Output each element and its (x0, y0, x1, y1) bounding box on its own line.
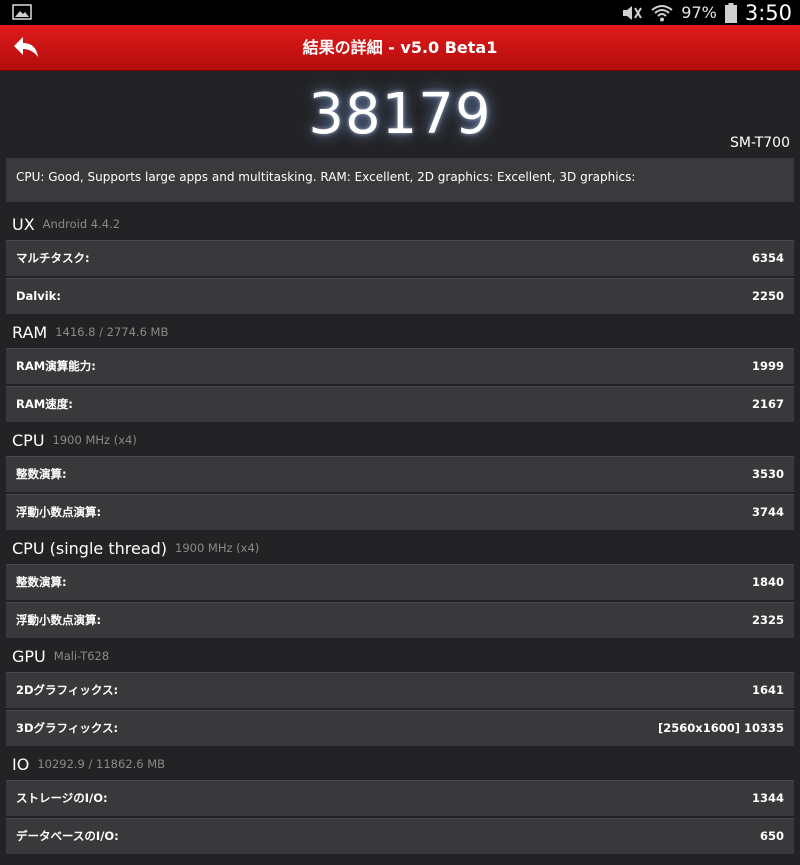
result-row-cpu-integer: 整数演算: 3530 (6, 456, 794, 492)
result-row-storage-io: ストレージのI/O: 1344 (6, 780, 794, 816)
row-value: 2250 (751, 289, 784, 303)
section-io: IO 10292.9 / 11862.6 MB (12, 750, 165, 778)
row-label: 3Dグラフィックス: (16, 721, 119, 735)
section-cpu: CPU 1900 MHz (x4) (12, 426, 137, 454)
section-title: UX (12, 214, 35, 234)
row-value: 1641 (751, 683, 784, 697)
row-value: 3744 (751, 505, 784, 519)
gallery-notification-icon (12, 4, 32, 20)
section-ram: RAM 1416.8 / 2774.6 MB (12, 318, 168, 346)
result-row-dalvik: Dalvik: 2250 (6, 278, 794, 314)
result-row-multitask: マルチタスク: 6354 (6, 240, 794, 276)
section-title: IO (12, 754, 30, 774)
result-row-3d-graphics: 3Dグラフィックス: [2560x1600] 10335 (6, 710, 794, 746)
status-bar: 97% 3:50 (0, 0, 800, 25)
section-title: CPU (12, 430, 45, 450)
row-label: 整数演算: (16, 575, 67, 589)
section-cpu-single: CPU (single thread) 1900 MHz (x4) (12, 534, 259, 562)
section-ux: UX Android 4.4.2 (12, 210, 120, 238)
clock: 3:50 (744, 0, 792, 25)
row-value: 1840 (751, 575, 784, 589)
result-row-cpu-single-integer: 整数演算: 1840 (6, 564, 794, 600)
section-subtitle: 1900 MHz (x4) (175, 541, 260, 555)
battery-icon (724, 2, 737, 23)
section-gpu: GPU Mali-T628 (12, 642, 109, 670)
section-title: RAM (12, 322, 48, 342)
row-value: 3530 (751, 467, 784, 481)
result-row-cpu-float: 浮動小数点演算: 3744 (6, 494, 794, 530)
page-title: 結果の詳細 - v5.0 Beta1 (302, 38, 498, 57)
section-subtitle: Android 4.4.2 (42, 217, 121, 231)
result-row-database-io: データベースのI/O: 650 (6, 818, 794, 854)
summary-text: CPU: Good, Supports large apps and multi… (6, 158, 794, 202)
title-bar: 結果の詳細 - v5.0 Beta1 (0, 25, 800, 71)
row-value: 1344 (751, 791, 784, 805)
result-row-ram-ops: RAM演算能力: 1999 (6, 348, 794, 384)
total-score: 38179 (308, 82, 492, 147)
section-subtitle: 10292.9 / 11862.6 MB (37, 757, 166, 771)
row-value: 2325 (751, 613, 784, 627)
row-value: 1999 (751, 359, 784, 373)
wifi-icon (651, 4, 673, 21)
result-row-ram-speed: RAM速度: 2167 (6, 386, 794, 422)
section-subtitle: 1416.8 / 2774.6 MB (55, 325, 169, 339)
row-label: 2Dグラフィックス: (16, 683, 119, 697)
row-value: 650 (759, 829, 784, 843)
row-label: マルチタスク: (16, 251, 90, 265)
section-title: CPU (single thread) (12, 538, 167, 558)
section-title: GPU (12, 646, 46, 666)
result-row-cpu-single-float: 浮動小数点演算: 2325 (6, 602, 794, 638)
row-value: 6354 (751, 251, 784, 265)
row-label: Dalvik: (16, 289, 61, 303)
row-label: 整数演算: (16, 467, 67, 481)
row-label: データベースのI/O: (16, 829, 119, 843)
section-subtitle: Mali-T628 (53, 649, 110, 663)
row-label: 浮動小数点演算: (16, 505, 102, 519)
status-right: 97% 3:50 (619, 0, 792, 25)
section-subtitle: 1900 MHz (x4) (52, 433, 137, 447)
row-label: RAM演算能力: (16, 359, 96, 373)
device-model: SM-T700 (729, 135, 790, 151)
row-label: 浮動小数点演算: (16, 613, 102, 627)
row-value: [2560x1600] 10335 (658, 721, 784, 735)
battery-percent: 97% (681, 3, 717, 22)
mute-icon (623, 5, 643, 20)
result-row-2d-graphics: 2Dグラフィックス: 1641 (6, 672, 794, 708)
row-label: RAM速度: (16, 397, 73, 411)
row-label: ストレージのI/O: (16, 791, 108, 805)
row-value: 2167 (751, 397, 784, 411)
